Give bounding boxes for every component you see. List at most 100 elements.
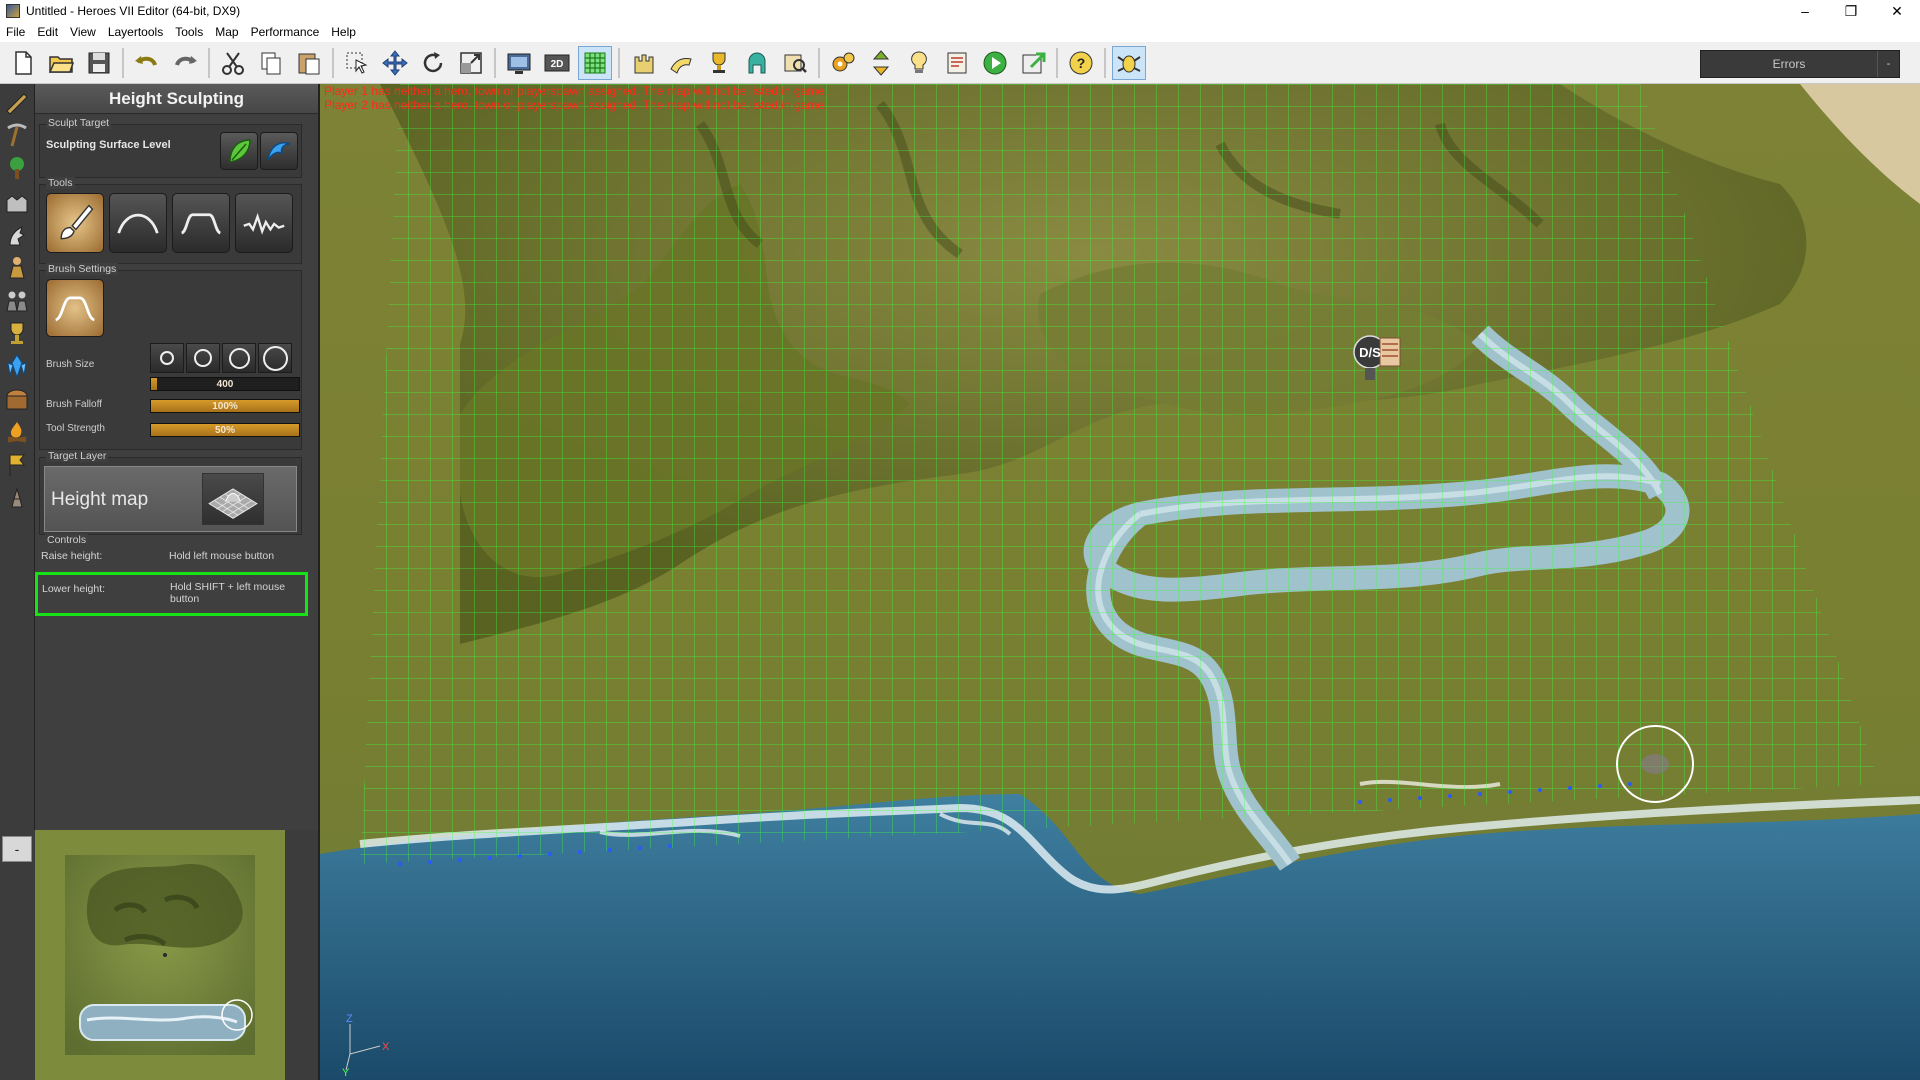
helmet-icon[interactable] — [740, 46, 774, 80]
toolbar-separator — [1104, 47, 1106, 78]
marker-label: D/S — [1359, 345, 1381, 360]
toolbar-separator — [818, 47, 820, 78]
minimize-button[interactable]: – — [1782, 0, 1828, 22]
export-icon[interactable] — [1016, 46, 1050, 80]
select-icon[interactable] — [340, 46, 374, 80]
minimap[interactable] — [35, 830, 285, 1080]
plateau-curve-icon — [180, 213, 222, 235]
grid-icon[interactable] — [578, 45, 612, 80]
controls-group: Controls Raise height: Hold left mouse b… — [35, 534, 308, 616]
terrain-scene[interactable]: D/S Z X Y — [320, 84, 1920, 1080]
map-viewport[interactable]: D/S Z X Y Player 1 has neither a hero, t… — [320, 84, 1920, 1080]
brush-size-xlarge-button[interactable] — [258, 343, 292, 373]
smooth-tool-button[interactable] — [109, 193, 167, 253]
circle-large-icon — [228, 347, 250, 369]
redo-icon[interactable] — [168, 46, 202, 80]
controls-label: Controls — [45, 534, 89, 546]
rotate-icon[interactable] — [416, 46, 450, 80]
move-icon[interactable] — [378, 46, 412, 80]
script-icon[interactable] — [940, 46, 974, 80]
menu-file[interactable]: File — [0, 25, 31, 39]
plateau-tool-button[interactable] — [172, 193, 230, 253]
target-layer-selector[interactable]: Height map — [44, 466, 297, 532]
undo-icon[interactable] — [130, 46, 164, 80]
new-file-icon[interactable] — [6, 46, 40, 80]
paste-icon[interactable] — [292, 46, 326, 80]
title-bar: Untitled - Heroes VII Editor (64-bit, DX… — [0, 0, 1920, 22]
raise-height-value: Hold left mouse button — [169, 550, 275, 562]
restore-button[interactable]: ❐ — [1828, 0, 1874, 22]
sculpt-brush-tool-button[interactable] — [46, 193, 104, 253]
tools-label: Tools — [46, 177, 75, 189]
brush-size-slider[interactable]: 400 — [150, 377, 300, 391]
svg-text:?: ? — [1077, 55, 1086, 71]
brush-falloff-value: 100% — [212, 400, 238, 412]
sculpt-grid-overlay — [360, 84, 1880, 864]
water-level-wave-button[interactable] — [260, 132, 298, 170]
screenshot-icon[interactable] — [502, 46, 536, 80]
raise-height-key: Raise height: — [41, 550, 103, 562]
debug-bug-icon[interactable] — [1112, 45, 1146, 80]
target-layer-label: Target Layer — [46, 450, 109, 462]
brush-size-medium-button[interactable] — [186, 343, 220, 373]
menu-help[interactable]: Help — [325, 25, 362, 39]
close-button[interactable]: ✕ — [1874, 0, 1920, 22]
goblet-icon[interactable] — [2, 318, 32, 348]
open-folder-icon[interactable] — [44, 46, 78, 80]
brush-size-small-button[interactable] — [150, 343, 184, 373]
unicorn-icon[interactable] — [2, 219, 32, 249]
axis-y-label: Y — [342, 1067, 350, 1079]
menu-view[interactable]: View — [64, 25, 102, 39]
arrows-updown-icon[interactable] — [864, 46, 898, 80]
crystal-icon[interactable] — [2, 351, 32, 381]
settings-gears-icon[interactable] — [826, 46, 860, 80]
menu-edit[interactable]: Edit — [31, 25, 64, 39]
save-icon[interactable] — [82, 46, 116, 80]
sculpt-target-label: Sculpt Target — [46, 117, 112, 129]
campfire-icon[interactable] — [2, 417, 32, 447]
play-icon[interactable] — [978, 46, 1012, 80]
scroll-search-icon[interactable] — [778, 46, 812, 80]
height-sculpting-panel: Height Sculpting Sculpt Target Sculpting… — [35, 84, 320, 830]
tool-strength-slider[interactable]: 50% — [150, 423, 300, 437]
menu-layertools[interactable]: Layertools — [102, 25, 169, 39]
axis-z-label: Z — [346, 1013, 353, 1025]
pickaxe-icon[interactable] — [2, 120, 32, 150]
brush-size-large-button[interactable] — [222, 343, 256, 373]
copy-icon[interactable] — [254, 46, 288, 80]
misc-object-icon[interactable] — [2, 483, 32, 513]
circle-medium-icon — [194, 349, 212, 367]
errors-dropdown[interactable]: Errors - — [1700, 50, 1900, 78]
terrain-brush-icon[interactable] — [2, 87, 32, 117]
errors-dropdown-toggle[interactable]: - — [1877, 51, 1899, 77]
town-icon[interactable] — [2, 186, 32, 216]
2d-view-icon[interactable]: 2D — [540, 46, 574, 80]
lower-height-row-highlighted: Lower height: Hold SHIFT + left mouse bu… — [35, 572, 308, 616]
brush-falloff-label: Brush Falloff — [46, 399, 102, 410]
banner-icon[interactable] — [2, 450, 32, 480]
hand-tool-icon[interactable] — [664, 46, 698, 80]
paint-brush-icon — [60, 204, 94, 240]
tools-group: Tools — [39, 177, 302, 264]
menu-tools[interactable]: Tools — [169, 25, 209, 39]
axis-x-label: X — [382, 1041, 390, 1053]
hero-icon[interactable] — [2, 252, 32, 282]
treasure-chest-icon[interactable] — [2, 384, 32, 414]
brush-falloff-slider[interactable]: 100% — [150, 399, 300, 413]
help-icon[interactable]: ? — [1064, 46, 1098, 80]
menu-performance[interactable]: Performance — [245, 25, 326, 39]
leaf-icon — [229, 139, 251, 163]
scale-icon[interactable] — [454, 46, 488, 80]
surface-level-leaf-button[interactable] — [220, 132, 258, 170]
minimap-collapse-button[interactable]: - — [2, 836, 32, 862]
cut-icon[interactable] — [216, 46, 250, 80]
army-icon[interactable] — [2, 285, 32, 315]
trophy-icon[interactable] — [702, 46, 736, 80]
menu-map[interactable]: Map — [209, 25, 244, 39]
brush-shape-button[interactable] — [46, 279, 104, 337]
tree-icon[interactable] — [2, 153, 32, 183]
castle-icon[interactable] — [626, 46, 660, 80]
toolbar-separator — [618, 47, 620, 78]
lightbulb-icon[interactable] — [902, 46, 936, 80]
noise-tool-button[interactable] — [235, 193, 293, 253]
